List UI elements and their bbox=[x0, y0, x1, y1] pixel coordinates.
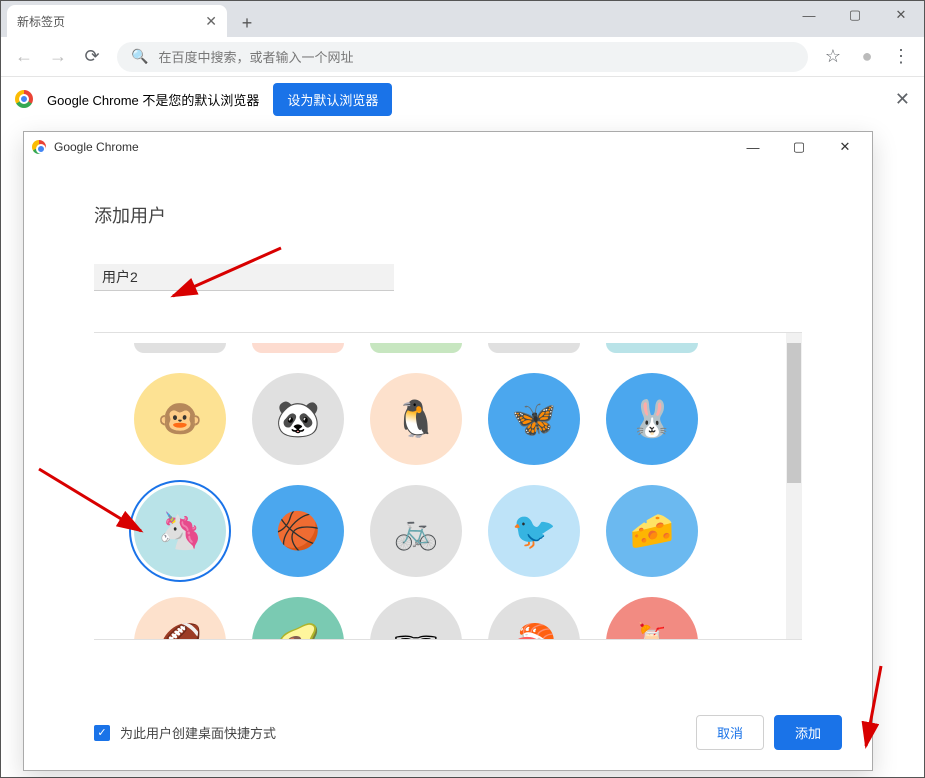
omnibox[interactable]: 🔍 在百度中搜索，或者输入一个网址 bbox=[117, 42, 808, 72]
avatar-option-panda[interactable]: 🐼 bbox=[252, 373, 344, 465]
dialog-window-title: Google Chrome bbox=[54, 140, 726, 154]
dialog-close-button[interactable]: ✕ bbox=[826, 135, 864, 159]
scrollbar-thumb[interactable] bbox=[787, 343, 801, 483]
minimize-button[interactable]: — bbox=[786, 1, 832, 29]
avatar-option[interactable] bbox=[488, 343, 580, 353]
tab-title: 新标签页 bbox=[17, 13, 65, 30]
avatar-option-unicorn[interactable]: 🦄 bbox=[134, 485, 226, 577]
dialog-body: 添加用户 bbox=[24, 162, 872, 301]
menu-icon[interactable]: ⋮ bbox=[886, 42, 916, 72]
avatar-option-penguin[interactable]: 🐧 bbox=[370, 373, 462, 465]
username-input[interactable] bbox=[94, 264, 394, 291]
avatar-option-monkey[interactable]: 🐵 bbox=[134, 373, 226, 465]
avatar-option-drink[interactable]: 🍹 bbox=[606, 597, 698, 640]
avatar-option-butterfly[interactable]: 🦋 bbox=[488, 373, 580, 465]
avatar-option-sunglasses[interactable]: 🕶 bbox=[370, 597, 462, 640]
main-window-actions: — ▢ ✕ bbox=[786, 1, 924, 29]
avatar-option-tamarind[interactable]: 🥑 bbox=[252, 597, 344, 640]
back-button[interactable]: ← bbox=[9, 42, 39, 72]
set-default-browser-button[interactable]: 设为默认浏览器 bbox=[273, 83, 392, 116]
infobar-message: Google Chrome 不是您的默认浏览器 bbox=[47, 90, 259, 109]
avatar-picker: 🐵 🐼 🐧 🦋 🐰 🦄 🏀 🚲 🐦 🧀 🏈 🥑 🕶 🍣 🍹 bbox=[94, 332, 802, 640]
forward-button[interactable]: → bbox=[43, 42, 73, 72]
add-button[interactable]: 添加 bbox=[774, 715, 842, 750]
chrome-logo-icon bbox=[15, 90, 33, 108]
add-user-dialog: Google Chrome — ▢ ✕ 添加用户 🐵 🐼 🐧 🦋 🐰 🦄 🏀 🚲 🐦 🧀 🏈 🥑 🕶 🍣 🍹… bbox=[23, 131, 873, 771]
avatar-grid: 🐵 🐼 🐧 🦋 🐰 🦄 🏀 🚲 🐦 🧀 🏈 🥑 🕶 🍣 🍹 bbox=[94, 333, 802, 640]
create-shortcut-label: 为此用户创建桌面快捷方式 bbox=[120, 723, 276, 742]
avatar-option[interactable] bbox=[606, 343, 698, 353]
avatar-option[interactable] bbox=[370, 343, 462, 353]
create-shortcut-checkbox[interactable]: ✓ bbox=[94, 725, 110, 741]
omnibox-placeholder: 在百度中搜索，或者输入一个网址 bbox=[158, 47, 353, 66]
maximize-button[interactable]: ▢ bbox=[832, 1, 878, 29]
add-user-heading: 添加用户 bbox=[94, 202, 802, 228]
toolbar: ← → ⟳ 🔍 在百度中搜索，或者输入一个网址 ☆ ● ⋮ bbox=[1, 37, 924, 77]
default-browser-infobar: Google Chrome 不是您的默认浏览器 设为默认浏览器 ✕ bbox=[1, 77, 924, 121]
dialog-minimize-button[interactable]: — bbox=[734, 135, 772, 159]
avatar-option-football[interactable]: 🏈 bbox=[134, 597, 226, 640]
avatar-option-cheese[interactable]: 🧀 bbox=[606, 485, 698, 577]
new-tab-button[interactable]: + bbox=[233, 9, 261, 37]
reload-button[interactable]: ⟳ bbox=[77, 42, 107, 72]
avatar-option[interactable] bbox=[252, 343, 344, 353]
avatar-option[interactable] bbox=[134, 343, 226, 353]
profile-avatar-icon[interactable]: ● bbox=[852, 42, 882, 72]
avatar-option-bicycle[interactable]: 🚲 bbox=[370, 485, 462, 577]
cancel-button[interactable]: 取消 bbox=[696, 715, 764, 750]
bookmark-star-icon[interactable]: ☆ bbox=[818, 42, 848, 72]
tab-new-tab-page[interactable]: 新标签页 ✕ bbox=[7, 5, 227, 37]
avatar-option-rabbit[interactable]: 🐰 bbox=[606, 373, 698, 465]
dialog-footer: ✓ 为此用户创建桌面快捷方式 取消 添加 bbox=[94, 715, 842, 750]
avatar-option-basketball[interactable]: 🏀 bbox=[252, 485, 344, 577]
dialog-maximize-button[interactable]: ▢ bbox=[780, 135, 818, 159]
dialog-titlebar: Google Chrome — ▢ ✕ bbox=[24, 132, 872, 162]
avatar-scrollbar[interactable] bbox=[786, 333, 802, 639]
chrome-logo-icon bbox=[32, 140, 46, 154]
tab-close-icon[interactable]: ✕ bbox=[205, 13, 217, 30]
close-button[interactable]: ✕ bbox=[878, 1, 924, 29]
avatar-option-bird[interactable]: 🐦 bbox=[488, 485, 580, 577]
infobar-close-icon[interactable]: ✕ bbox=[895, 89, 910, 110]
dialog-footer-buttons: 取消 添加 bbox=[696, 715, 842, 750]
search-icon: 🔍 bbox=[131, 48, 148, 65]
avatar-option-sushi[interactable]: 🍣 bbox=[488, 597, 580, 640]
